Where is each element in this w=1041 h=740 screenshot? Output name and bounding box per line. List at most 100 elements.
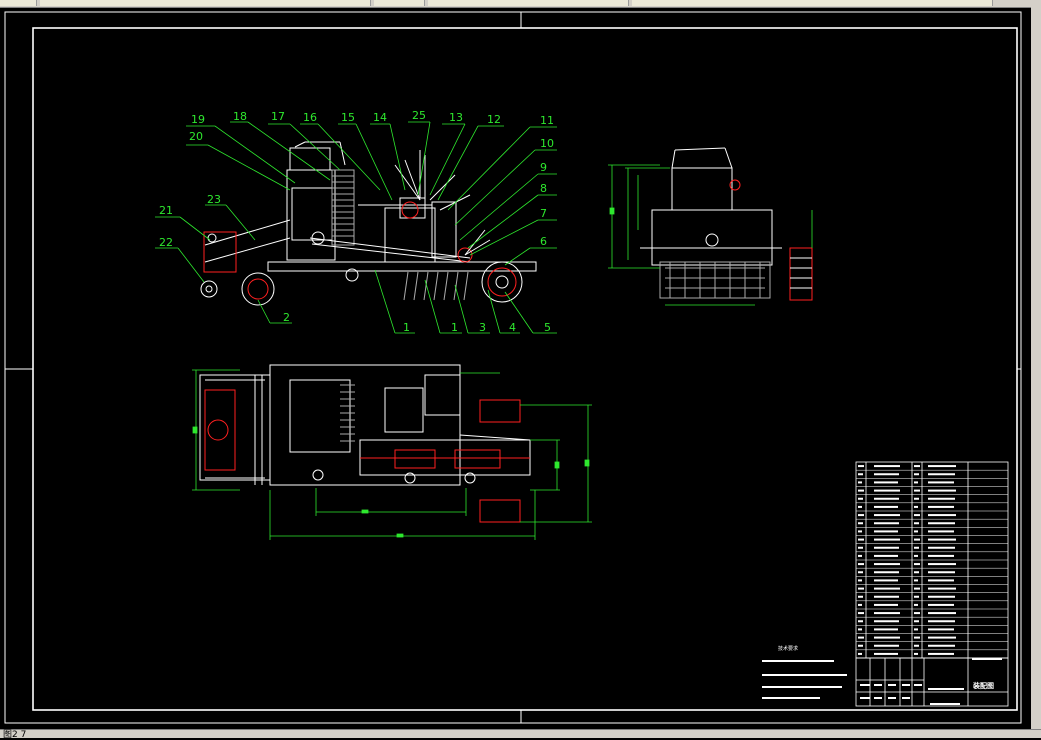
balloon-23: 23 xyxy=(207,193,221,206)
top-view xyxy=(199,364,531,523)
balloon-15: 15 xyxy=(341,111,355,124)
balloon-13: 13 xyxy=(449,111,463,124)
parts-list-entry-mark xyxy=(858,603,862,606)
parts-list-entry-mark xyxy=(928,522,955,525)
parts-list-entry-mark xyxy=(914,595,919,598)
balloon-3: 3 xyxy=(479,321,486,334)
parts-list-entry-mark xyxy=(914,652,918,655)
parts-list-entry-mark xyxy=(874,538,900,541)
parts-list-entry-mark xyxy=(858,595,863,598)
parts-list-entry-mark xyxy=(858,514,864,517)
balloon-22: 22 xyxy=(159,236,173,249)
parts-list-entry-mark xyxy=(874,554,898,557)
technical-requirements: 技术要求 xyxy=(762,645,847,699)
parts-list-entry-mark xyxy=(858,652,862,655)
parts-list-entry-mark xyxy=(928,538,956,541)
parts-list-entry-mark xyxy=(874,481,898,484)
parts-list-entry-mark xyxy=(874,644,899,647)
parts-list-entry-mark xyxy=(858,554,862,557)
parts-list-entry-mark xyxy=(928,465,956,468)
parts-list-entry-mark xyxy=(858,530,862,533)
parts-list-entry-mark xyxy=(914,636,920,639)
balloon-10: 10 xyxy=(540,137,554,150)
parts-list-entry-mark xyxy=(858,587,864,590)
parts-list-entry-mark xyxy=(914,628,918,631)
parts-list-entry-mark xyxy=(914,587,920,590)
parts-list-entry-mark xyxy=(914,489,920,492)
balloon-1: 1 xyxy=(403,321,410,334)
balloon-25: 25 xyxy=(412,109,426,122)
parts-list-entry-mark xyxy=(914,571,919,574)
parts-list-entry-mark xyxy=(928,514,956,517)
parts-list-entry-mark xyxy=(858,563,864,566)
parts-list-entry-mark xyxy=(914,522,919,525)
balloon-9: 9 xyxy=(540,161,547,174)
parts-list-entry-mark xyxy=(858,473,863,476)
parts-list-entry-mark xyxy=(858,505,862,508)
parts-list-entry-mark xyxy=(914,473,919,476)
parts-list-entry-mark xyxy=(914,603,918,606)
toolbar-segment[interactable] xyxy=(428,0,629,6)
parts-list-entry-mark xyxy=(874,603,898,606)
parts-list-entry-mark xyxy=(874,636,900,639)
parts-list-entry-mark xyxy=(858,636,864,639)
parts-list-entry-mark xyxy=(858,612,864,615)
parts-list-entry-mark xyxy=(874,514,900,517)
balloon-19: 19 xyxy=(191,113,205,126)
drawing-title: 装配图 xyxy=(972,681,994,690)
parts-list-entry-mark xyxy=(874,652,898,655)
parts-list-entry-mark xyxy=(874,465,900,468)
balloon-11: 11 xyxy=(540,114,554,127)
vertical-scrollbar[interactable] xyxy=(1031,7,1041,729)
parts-list-entry-mark xyxy=(858,644,863,647)
parts-list-entry-mark xyxy=(874,595,899,598)
toolbar-segment[interactable] xyxy=(374,0,425,6)
parts-list-entry-mark xyxy=(874,530,898,533)
parts-list-entry-mark xyxy=(928,554,954,557)
parts-list-entry-mark xyxy=(928,473,955,476)
parts-list-entry-mark xyxy=(914,497,919,500)
parts-list-entry-mark xyxy=(874,497,899,500)
balloon-8: 8 xyxy=(540,182,547,195)
parts-list-entry-mark xyxy=(914,563,920,566)
balloon-20: 20 xyxy=(189,130,203,143)
parts-list-entry-mark xyxy=(914,481,918,484)
parts-list-entry-mark xyxy=(874,546,899,549)
toolbar-segment[interactable] xyxy=(40,0,371,6)
parts-list-entry-mark xyxy=(858,481,862,484)
balloon-4: 4 xyxy=(509,321,516,334)
balloon-18: 18 xyxy=(233,110,247,123)
status-text: 图2 7 xyxy=(3,730,27,740)
parts-list-entry-mark xyxy=(928,620,955,623)
parts-list-entry-mark xyxy=(874,473,899,476)
balloon-12: 12 xyxy=(487,113,501,126)
cad-drawing-canvas[interactable]: 19 18 17 16 15 14 25 13 12 11 20 10 9 8 … xyxy=(0,7,1031,729)
parts-list-entry-mark xyxy=(928,603,954,606)
parts-list-entry-mark xyxy=(874,579,898,582)
parts-list-entry-mark xyxy=(928,497,955,500)
parts-list-entry-mark xyxy=(858,497,863,500)
parts-list-entry-mark xyxy=(874,620,899,623)
parts-list-entry-mark xyxy=(928,612,956,615)
balloon-6: 6 xyxy=(540,235,547,248)
toolbar-segment[interactable] xyxy=(632,0,993,6)
balloon-17: 17 xyxy=(271,110,285,123)
parts-list-entry-mark xyxy=(928,587,956,590)
balloon-14: 14 xyxy=(373,111,387,124)
parts-list-entry-mark xyxy=(928,636,956,639)
parts-list-entry-mark xyxy=(928,652,954,655)
toolbar-segment[interactable] xyxy=(0,0,37,6)
balloon-7: 7 xyxy=(540,207,547,220)
parts-list-entry-mark xyxy=(914,546,919,549)
parts-list-entry-mark xyxy=(928,530,954,533)
parts-list-entry-mark xyxy=(914,505,918,508)
parts-list-entry-mark xyxy=(928,505,954,508)
parts-list-entry-mark xyxy=(858,538,864,541)
parts-list-entry-mark xyxy=(874,587,900,590)
parts-list-entry-mark xyxy=(914,620,919,623)
parts-list-entry-mark xyxy=(874,522,899,525)
parts-list-entry-mark xyxy=(874,489,900,492)
tech-req-lines xyxy=(762,660,847,699)
parts-list-entry-mark xyxy=(928,563,956,566)
tech-req-heading: 技术要求 xyxy=(778,645,798,652)
